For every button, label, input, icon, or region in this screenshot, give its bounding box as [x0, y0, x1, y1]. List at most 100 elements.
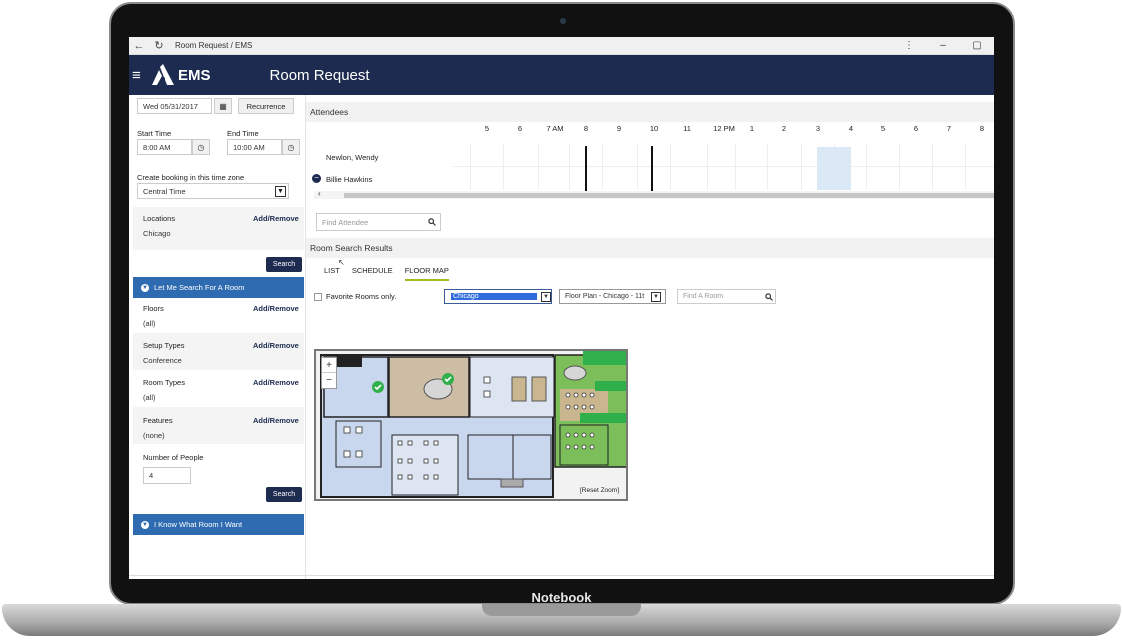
section-know-room[interactable]: ▼ I Know What Room I Want — [133, 514, 304, 535]
floor-plan-select[interactable]: Floor Plan - Chicago - 11t ▼ — [559, 289, 666, 304]
recurrence-button[interactable]: Recurrence — [238, 98, 294, 114]
scrollbar-thumb[interactable] — [344, 193, 994, 198]
tab-floor-map[interactable]: FLOOR MAP — [404, 266, 449, 281]
find-attendee-input[interactable]: Find Attendee — [316, 213, 441, 231]
section-know-room-label: I Know What Room I Want — [154, 520, 243, 529]
timeline-gridline — [637, 144, 638, 190]
attendees-label: Attendees — [310, 107, 349, 117]
end-clock-icon[interactable]: ◷ — [282, 139, 300, 155]
locations-add-remove-link[interactable]: Add/Remove — [253, 214, 299, 223]
tab-list[interactable]: LIST — [324, 266, 340, 281]
laptop-brand-label: Notebook — [531, 590, 592, 605]
room-types-value: (all) — [143, 393, 156, 402]
meeting-end-marker — [651, 146, 653, 191]
window-titlebar: ← ↻ Room Request / EMS ⋮ – ▢ — [129, 37, 994, 55]
timeline-gridline — [866, 144, 867, 190]
locations-label: Locations — [143, 214, 176, 223]
timeline-gridline — [899, 144, 900, 190]
zoom-in-button[interactable]: + — [322, 358, 336, 373]
setup-types-label: Setup Types — [143, 341, 185, 350]
timeline-hour-label: 6 — [913, 124, 919, 133]
start-time-input[interactable]: 8:00 AM — [137, 139, 192, 155]
timeline-hour-label: 8 — [979, 124, 985, 133]
timezone-label: Create booking in this time zone — [137, 173, 245, 182]
timeline-hour-label: 5 — [484, 124, 490, 133]
results-header: Room Search Results — [306, 238, 994, 258]
webcam-icon — [560, 18, 566, 24]
timeline-hour-label: 7 AM — [546, 124, 564, 133]
timeline-gridline — [965, 144, 966, 190]
floors-add-remove-link[interactable]: Add/Remove — [253, 304, 299, 313]
timeline-gridline — [707, 144, 708, 190]
timeline-scrollbar[interactable]: ‹ — [314, 189, 994, 199]
logo-text: EMS — [178, 66, 211, 84]
people-input[interactable]: 4 — [143, 467, 191, 484]
timeline-hour-label: 10 — [649, 124, 659, 133]
refresh-icon[interactable]: ↻ — [149, 39, 169, 52]
timeline-gridline — [735, 144, 736, 190]
schedule-divider — [453, 166, 994, 167]
screen: ← ↻ Room Request / EMS ⋮ – ▢ ≡ EMS Room … — [129, 37, 994, 579]
floor-map[interactable]: + − [Reset Zoom] — [314, 349, 628, 501]
timeline-hour-label: 9 — [616, 124, 622, 133]
timeline-gridline — [932, 144, 933, 190]
timeline-gridline — [801, 144, 802, 190]
section-let-me-search[interactable]: ▼ Let Me Search For A Room — [133, 277, 304, 298]
booking-criteria-panel: Wed 05/31/2017 ▦ Recurrence Start Time 8… — [133, 95, 305, 579]
chevron-down-icon: ▼ — [141, 520, 149, 529]
timeline-hour-label: 5 — [880, 124, 886, 133]
chevron-down-icon: ▼ — [541, 291, 551, 302]
more-options-icon[interactable]: ⋮ — [892, 40, 926, 51]
room-types-label: Room Types — [143, 378, 185, 387]
section-let-me-search-label: Let Me Search For A Room — [154, 283, 245, 292]
chevron-down-icon[interactable]: ▼ — [275, 186, 286, 197]
features-add-remove-link[interactable]: Add/Remove — [253, 416, 299, 425]
building-select[interactable]: Chicago ▼ — [444, 289, 552, 304]
floor-plan-drawing — [316, 351, 626, 499]
attendee-row-1: Newlon, Wendy — [326, 153, 379, 162]
minimize-icon[interactable]: – — [926, 40, 960, 51]
timeline-hour-label: 11 — [683, 124, 691, 133]
timeline-hour-label: 3 — [815, 124, 821, 133]
search-button-top[interactable]: Search — [266, 257, 302, 272]
start-clock-icon[interactable]: ◷ — [192, 139, 210, 155]
results-tabs: LIST SCHEDULE FLOOR MAP — [324, 266, 461, 281]
setup-add-remove-link[interactable]: Add/Remove — [253, 341, 299, 350]
mouse-cursor-icon: ↖ — [338, 258, 345, 267]
search-icon[interactable] — [428, 218, 436, 226]
remove-attendee-icon[interactable]: − — [312, 174, 321, 183]
laptop-notch — [482, 604, 641, 616]
reset-zoom-link[interactable]: [Reset Zoom] — [580, 487, 620, 494]
room-types-add-remove-link[interactable]: Add/Remove — [253, 378, 299, 387]
zoom-controls: + − — [321, 357, 337, 389]
back-arrow-icon[interactable]: ← — [129, 40, 149, 52]
date-input[interactable]: Wed 05/31/2017 — [137, 98, 212, 114]
search-icon[interactable] — [765, 293, 773, 301]
timeline-gridline — [538, 144, 539, 190]
results-label: Room Search Results — [310, 243, 393, 253]
page-title: Room Request — [269, 66, 370, 84]
favorite-rooms-checkbox[interactable] — [314, 293, 322, 301]
menu-icon[interactable]: ≡ — [132, 67, 146, 84]
scroll-left-icon[interactable]: ‹ — [318, 189, 321, 198]
search-button-bottom[interactable]: Search — [266, 487, 302, 502]
timeline-hour-label: 1 — [749, 124, 755, 133]
chevron-down-icon: ▼ — [651, 291, 661, 302]
find-room-input[interactable]: Find A Room — [677, 289, 776, 304]
timeline-gridline — [602, 144, 603, 190]
calendar-icon[interactable]: ▦ — [214, 98, 232, 114]
locations-value: Chicago — [143, 229, 171, 238]
tab-schedule[interactable]: SCHEDULE — [352, 266, 393, 281]
setup-types-value: Conference — [143, 356, 182, 365]
timeline-hour-label: 2 — [781, 124, 787, 133]
timezone-select[interactable]: Central Time — [137, 183, 289, 199]
timeline-hour-label: 4 — [848, 124, 854, 133]
bottom-divider — [129, 575, 994, 576]
maximize-icon[interactable]: ▢ — [960, 40, 994, 51]
start-time-label: Start Time — [137, 129, 172, 138]
ems-logo-icon — [150, 64, 176, 86]
floors-value: (all) — [143, 319, 156, 328]
features-value: (none) — [143, 431, 165, 440]
end-time-input[interactable]: 10:00 AM — [227, 139, 282, 155]
zoom-out-button[interactable]: − — [322, 373, 336, 388]
